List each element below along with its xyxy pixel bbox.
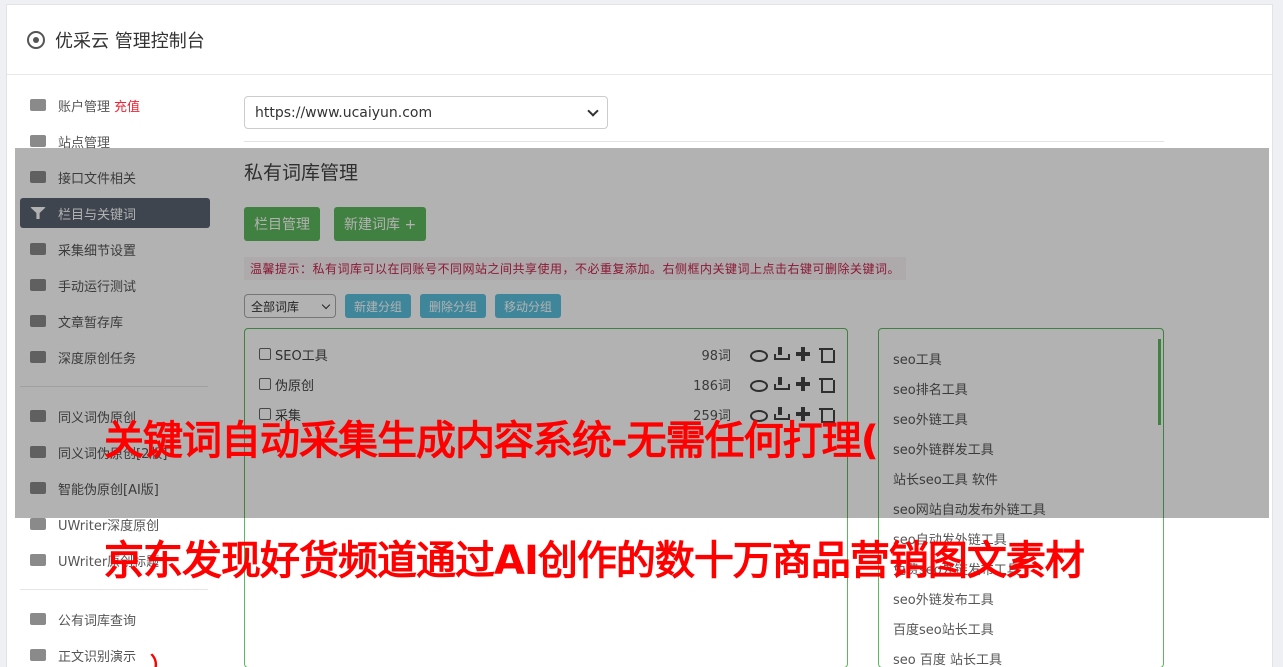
sidebar-item-label: 公有词库查询 (58, 613, 137, 629)
overlay-bracket: ） (150, 654, 172, 667)
book-icon (30, 613, 46, 625)
edit-icon (30, 554, 46, 566)
edit-icon (30, 518, 46, 530)
sidebar-item-public-lexicon[interactable]: 公有词库查询 (20, 604, 210, 634)
keyword-item[interactable]: 百度seo站长工具 (893, 613, 1149, 643)
sidebar-divider (20, 589, 208, 590)
overlay-headline: 关键词自动采集生成内容系统-无需任何打理( (104, 418, 879, 464)
site-select-value: https://www.ucaiyun.com (255, 104, 433, 121)
divider (244, 141, 1164, 142)
bar-chart-icon (30, 99, 46, 111)
recharge-link[interactable]: 充值 (114, 96, 140, 115)
site-select[interactable]: https://www.ucaiyun.com (244, 96, 608, 129)
chevron-down-icon (587, 104, 599, 117)
sidebar-item-label: 正文识别演示 (58, 649, 137, 665)
keyword-item[interactable]: seo 百度 站长工具 (893, 643, 1149, 667)
server-icon (30, 135, 46, 147)
desktop-icon (30, 649, 46, 661)
header: 优采云 管理控制台 (7, 5, 1272, 75)
sidebar-item-label: 账户管理 (58, 99, 111, 115)
gear-icon (27, 30, 45, 49)
overlay-subline: 京东发现好货频道通过AI创作的数十万商品营销图文素材 (104, 538, 1085, 584)
page-title: 优采云 管理控制台 (55, 30, 205, 52)
keyword-item[interactable]: seo外链发布工具 (893, 583, 1149, 613)
sidebar-item-text-recognition[interactable]: 正文识别演示 (20, 640, 210, 667)
sidebar-item-account[interactable]: 账户管理 充值 (20, 90, 210, 120)
